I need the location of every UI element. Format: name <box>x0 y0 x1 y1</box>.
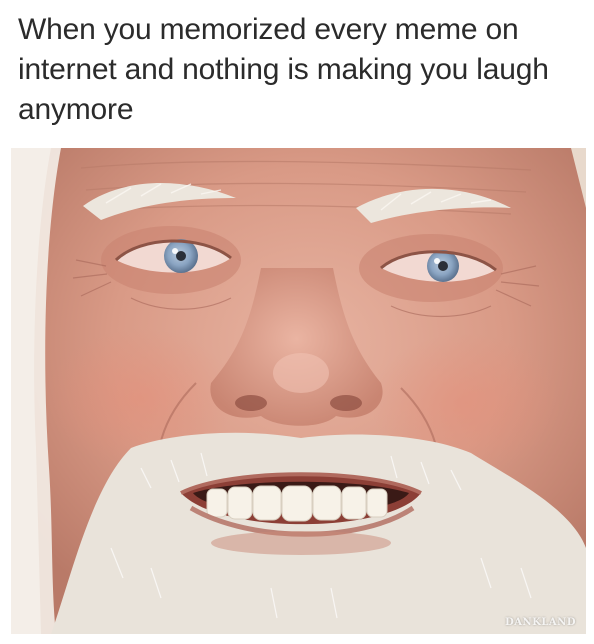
meme-card: When you memorized every meme on interne… <box>0 0 594 644</box>
watermark: DANKLAND <box>505 617 576 628</box>
teeth <box>206 485 388 522</box>
meme-caption: When you memorized every meme on interne… <box>18 13 549 126</box>
meme-photo: DANKLAND <box>11 148 586 634</box>
face-illustration <box>11 148 586 634</box>
